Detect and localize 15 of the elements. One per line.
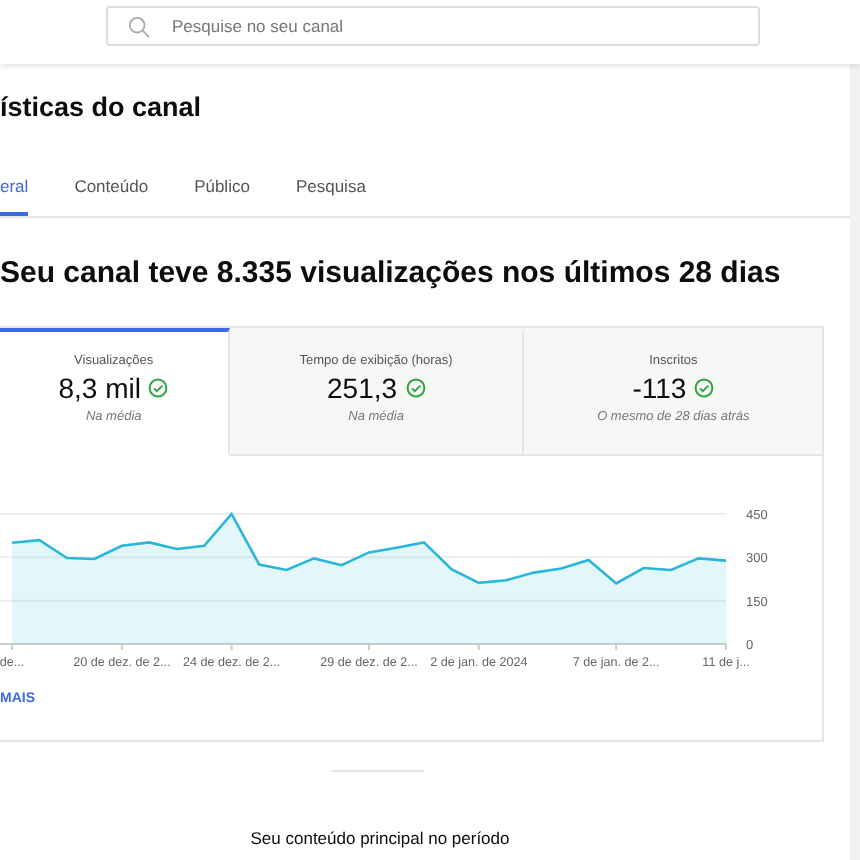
tab[interactable]: eral xyxy=(0,176,29,216)
summary-heading: Seu canal teve 8.335 visualizações nos últimos 28 dias xyxy=(0,256,783,294)
check-circle-icon xyxy=(694,378,715,398)
check-circle-icon xyxy=(148,378,169,398)
metric-value: -113 xyxy=(632,372,687,404)
tab[interactable]: Conteúdo xyxy=(74,176,149,216)
search-field[interactable]: Pesquise no seu canal xyxy=(106,6,760,46)
tab[interactable]: Pesquisa xyxy=(295,176,366,216)
tab[interactable]: Público xyxy=(194,176,250,216)
metric-value: 251,3 xyxy=(327,372,398,404)
page-title: ísticas do canal xyxy=(0,90,204,126)
section-title: Seu conteúdo principal no período xyxy=(248,828,512,848)
metric-value: 8,3 mil xyxy=(58,372,141,404)
search-icon xyxy=(128,16,150,38)
check-circle-icon xyxy=(405,378,426,398)
